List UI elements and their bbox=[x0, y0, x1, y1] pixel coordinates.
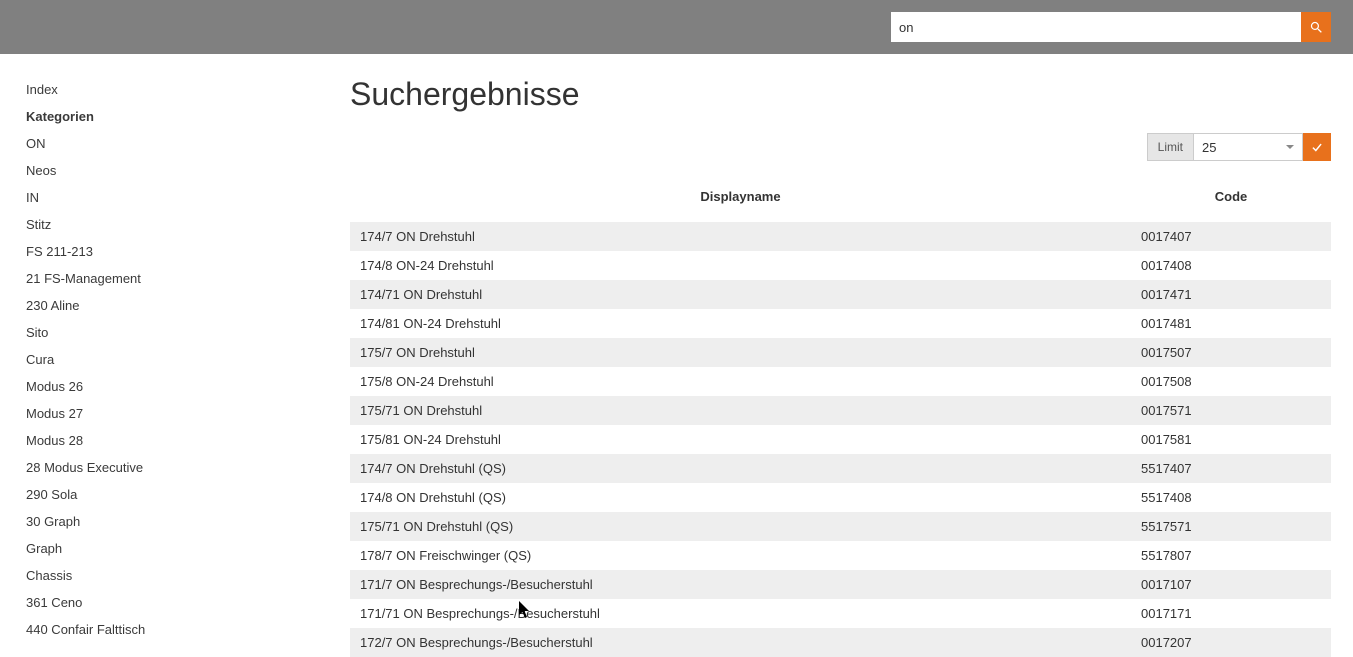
sidebar-item[interactable]: 28 Modus Executive bbox=[26, 454, 350, 481]
cell-code: 5517571 bbox=[1131, 512, 1331, 541]
cell-display: 174/7 ON Drehstuhl bbox=[350, 222, 1131, 251]
table-row[interactable]: 171/7 ON Besprechungs-/Besucherstuhl0017… bbox=[350, 570, 1331, 599]
cell-code: 0017507 bbox=[1131, 338, 1331, 367]
table-row[interactable]: 174/7 ON Drehstuhl (QS)5517407 bbox=[350, 454, 1331, 483]
cell-display: 174/71 ON Drehstuhl bbox=[350, 280, 1131, 309]
cell-code: 0017471 bbox=[1131, 280, 1331, 309]
table-row[interactable]: 175/81 ON-24 Drehstuhl0017581 bbox=[350, 425, 1331, 454]
sidebar-item[interactable]: 21 FS-Management bbox=[26, 265, 350, 292]
table-row[interactable]: 174/81 ON-24 Drehstuhl0017481 bbox=[350, 309, 1331, 338]
table-row[interactable]: 171/71 ON Besprechungs-/Besucherstuhl001… bbox=[350, 599, 1331, 628]
cell-code: 0017107 bbox=[1131, 570, 1331, 599]
results-table: Displayname Code 174/7 ON Drehstuhl00174… bbox=[350, 179, 1331, 657]
sidebar-item[interactable]: Stitz bbox=[26, 211, 350, 238]
cell-display: 171/7 ON Besprechungs-/Besucherstuhl bbox=[350, 570, 1131, 599]
cell-display: 178/7 ON Freischwinger (QS) bbox=[350, 541, 1131, 570]
cell-code: 0017171 bbox=[1131, 599, 1331, 628]
cell-code: 0017571 bbox=[1131, 396, 1331, 425]
sidebar-item[interactable]: 230 Aline bbox=[26, 292, 350, 319]
search-icon bbox=[1309, 20, 1324, 35]
table-row[interactable]: 172/7 ON Besprechungs-/Besucherstuhl0017… bbox=[350, 628, 1331, 657]
cell-display: 171/71 ON Besprechungs-/Besucherstuhl bbox=[350, 599, 1131, 628]
content: IndexKategorienONNeosINStitzFS 211-21321… bbox=[0, 54, 1353, 657]
cell-code: 5517807 bbox=[1131, 541, 1331, 570]
table-row[interactable]: 175/7 ON Drehstuhl0017507 bbox=[350, 338, 1331, 367]
table-row[interactable]: 175/8 ON-24 Drehstuhl0017508 bbox=[350, 367, 1331, 396]
sidebar-item[interactable]: Index bbox=[26, 76, 350, 103]
cell-display: 174/8 ON Drehstuhl (QS) bbox=[350, 483, 1131, 512]
sidebar-item[interactable]: Neos bbox=[26, 157, 350, 184]
cell-display: 175/71 ON Drehstuhl bbox=[350, 396, 1131, 425]
cell-code: 0017407 bbox=[1131, 222, 1331, 251]
cell-display: 175/8 ON-24 Drehstuhl bbox=[350, 367, 1131, 396]
sidebar-item[interactable]: Sito bbox=[26, 319, 350, 346]
sidebar-item[interactable]: Modus 27 bbox=[26, 400, 350, 427]
cell-display: 175/7 ON Drehstuhl bbox=[350, 338, 1131, 367]
check-icon bbox=[1310, 140, 1324, 154]
sidebar-item[interactable]: 361 Ceno bbox=[26, 589, 350, 616]
table-row[interactable]: 174/71 ON Drehstuhl0017471 bbox=[350, 280, 1331, 309]
search-wrap bbox=[891, 12, 1331, 42]
col-header-code: Code bbox=[1131, 179, 1331, 222]
sidebar: IndexKategorienONNeosINStitzFS 211-21321… bbox=[0, 76, 350, 657]
cell-display: 175/81 ON-24 Drehstuhl bbox=[350, 425, 1131, 454]
sidebar-item[interactable]: Kategorien bbox=[26, 103, 350, 130]
cell-display: 175/71 ON Drehstuhl (QS) bbox=[350, 512, 1131, 541]
topbar bbox=[0, 0, 1353, 54]
table-row[interactable]: 174/8 ON-24 Drehstuhl0017408 bbox=[350, 251, 1331, 280]
table-row[interactable]: 174/8 ON Drehstuhl (QS)5517408 bbox=[350, 483, 1331, 512]
cell-code: 5517408 bbox=[1131, 483, 1331, 512]
sidebar-item[interactable]: Modus 26 bbox=[26, 373, 350, 400]
sidebar-item[interactable]: Graph bbox=[26, 535, 350, 562]
sidebar-item[interactable]: ON bbox=[26, 130, 350, 157]
cell-code: 0017207 bbox=[1131, 628, 1331, 657]
cell-display: 174/81 ON-24 Drehstuhl bbox=[350, 309, 1131, 338]
limit-value: 25 bbox=[1202, 140, 1216, 155]
limit-select[interactable]: 25 bbox=[1193, 133, 1303, 161]
sidebar-item[interactable]: 290 Sola bbox=[26, 481, 350, 508]
cell-display: 174/7 ON Drehstuhl (QS) bbox=[350, 454, 1131, 483]
limit-apply-button[interactable] bbox=[1303, 133, 1331, 161]
cell-code: 0017581 bbox=[1131, 425, 1331, 454]
cell-display: 174/8 ON-24 Drehstuhl bbox=[350, 251, 1131, 280]
page-title: Suchergebnisse bbox=[350, 76, 1331, 113]
main: Suchergebnisse Limit 25 Displayname Code… bbox=[350, 76, 1353, 657]
sidebar-item[interactable]: FS 211-213 bbox=[26, 238, 350, 265]
sidebar-item[interactable]: Chassis bbox=[26, 562, 350, 589]
sidebar-item[interactable]: Cura bbox=[26, 346, 350, 373]
search-button[interactable] bbox=[1301, 12, 1331, 42]
search-input[interactable] bbox=[891, 12, 1301, 42]
sidebar-item[interactable]: 30 Graph bbox=[26, 508, 350, 535]
table-row[interactable]: 174/7 ON Drehstuhl0017407 bbox=[350, 222, 1331, 251]
cell-display: 172/7 ON Besprechungs-/Besucherstuhl bbox=[350, 628, 1131, 657]
limit-label: Limit bbox=[1147, 133, 1193, 161]
limit-row: Limit 25 bbox=[350, 133, 1331, 161]
sidebar-item[interactable]: Modus 28 bbox=[26, 427, 350, 454]
sidebar-item[interactable]: IN bbox=[26, 184, 350, 211]
cell-code: 0017508 bbox=[1131, 367, 1331, 396]
table-row[interactable]: 175/71 ON Drehstuhl0017571 bbox=[350, 396, 1331, 425]
sidebar-item[interactable]: 440 Confair Falttisch bbox=[26, 616, 350, 643]
table-header-row: Displayname Code bbox=[350, 179, 1331, 222]
table-row[interactable]: 178/7 ON Freischwinger (QS)5517807 bbox=[350, 541, 1331, 570]
cell-code: 5517407 bbox=[1131, 454, 1331, 483]
col-header-display: Displayname bbox=[350, 179, 1131, 222]
cell-code: 0017481 bbox=[1131, 309, 1331, 338]
cell-code: 0017408 bbox=[1131, 251, 1331, 280]
table-row[interactable]: 175/71 ON Drehstuhl (QS)5517571 bbox=[350, 512, 1331, 541]
